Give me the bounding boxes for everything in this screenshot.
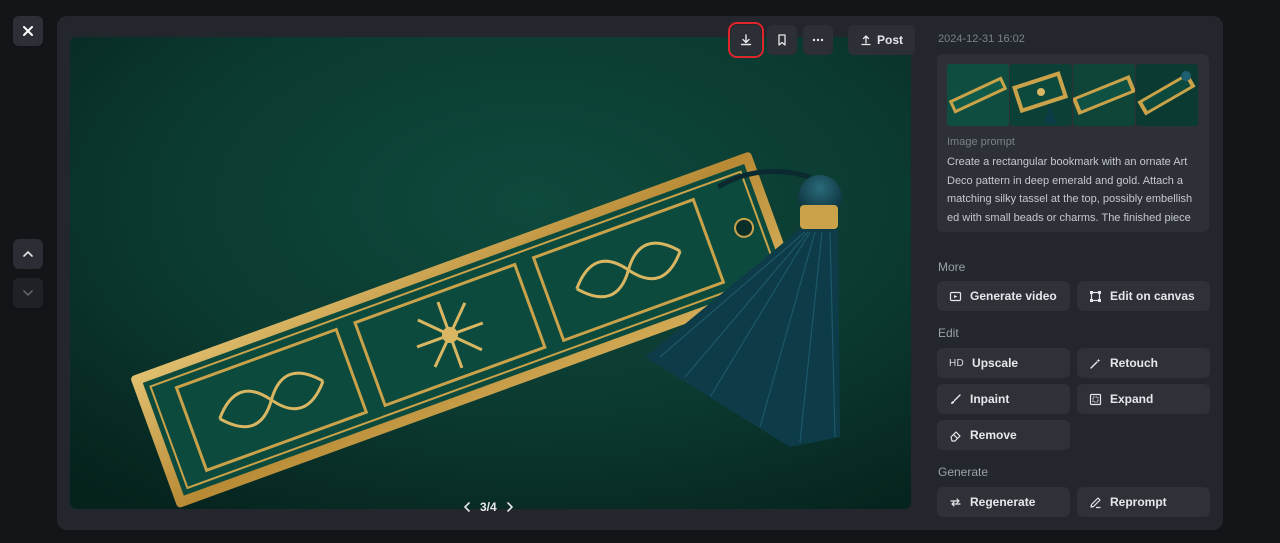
thumbnail-1[interactable]	[947, 64, 1009, 126]
prompt-card: Image prompt Create a rectangular bookma…	[937, 54, 1209, 232]
remove-label: Remove	[970, 428, 1017, 442]
upscale-label: Upscale	[972, 356, 1019, 370]
details-sidebar: 2024-12-31 16:02 Image prompt Create a r…	[937, 16, 1212, 530]
close-icon	[23, 26, 33, 36]
upscale-button[interactable]: HD Upscale	[937, 348, 1070, 378]
next-image-button[interactable]	[13, 278, 43, 308]
main-image	[70, 37, 911, 509]
inpaint-label: Inpaint	[970, 392, 1010, 406]
close-button[interactable]	[13, 16, 43, 46]
edit-on-canvas-label: Edit on canvas	[1110, 289, 1195, 303]
pager-prev-button[interactable]	[462, 501, 472, 513]
more-icon	[812, 38, 824, 42]
thumbnail-4[interactable]	[1136, 64, 1198, 126]
retouch-button[interactable]: Retouch	[1077, 348, 1210, 378]
regenerate-button[interactable]: Regenerate	[937, 487, 1070, 517]
download-icon	[740, 34, 752, 46]
expand-button[interactable]: Expand	[1077, 384, 1210, 414]
remove-button[interactable]: Remove	[937, 420, 1070, 450]
section-generate-label: Generate	[938, 465, 989, 479]
hd-icon: HD	[949, 357, 965, 369]
previous-image-button[interactable]	[13, 239, 43, 269]
pencil-icon	[1090, 496, 1101, 508]
chevron-down-icon	[23, 290, 33, 297]
section-edit-label: Edit	[938, 326, 959, 340]
timestamp: 2024-12-31 16:02	[938, 33, 1025, 45]
image-detail-panel: Post 3/4 2024-12-31 16:02 Image prompt C…	[57, 16, 1223, 530]
thumbnail-2[interactable]	[1010, 64, 1072, 126]
magic-wand-icon	[1090, 358, 1101, 369]
reprompt-button[interactable]: Reprompt	[1077, 487, 1210, 517]
generate-video-label: Generate video	[970, 289, 1057, 303]
prompt-label: Image prompt	[947, 136, 1015, 148]
expand-icon	[1089, 393, 1102, 405]
thumbnail-strip	[947, 64, 1198, 126]
prompt-text: Create a rectangular bookmark with an or…	[947, 156, 1193, 224]
thumbnail-3[interactable]	[1073, 64, 1135, 126]
video-icon	[949, 291, 962, 301]
chevron-left-icon	[463, 502, 470, 512]
expand-label: Expand	[1110, 392, 1154, 406]
edit-on-canvas-button[interactable]: Edit on canvas	[1077, 281, 1210, 311]
download-button[interactable]	[728, 22, 764, 58]
section-more-label: More	[938, 260, 966, 274]
brush-icon	[951, 393, 961, 404]
generate-video-button[interactable]: Generate video	[937, 281, 1070, 311]
pager-next-button[interactable]	[505, 501, 515, 513]
upload-icon	[861, 35, 871, 46]
pager-count: 3/4	[480, 500, 497, 514]
canvas-icon	[1090, 290, 1101, 302]
post-button[interactable]: Post	[848, 25, 915, 55]
inpaint-button[interactable]: Inpaint	[937, 384, 1070, 414]
regenerate-icon	[950, 497, 961, 507]
chevron-right-icon	[506, 502, 513, 512]
image-pager: 3/4	[462, 499, 515, 515]
post-label: Post	[876, 33, 903, 47]
regenerate-label: Regenerate	[970, 495, 1036, 509]
more-options-button[interactable]	[803, 25, 833, 55]
reprompt-label: Reprompt	[1110, 495, 1167, 509]
retouch-label: Retouch	[1110, 356, 1158, 370]
eraser-icon	[950, 430, 961, 442]
bookmark-button[interactable]	[767, 25, 797, 55]
chevron-up-icon	[23, 250, 33, 257]
bookmark-icon	[778, 34, 786, 46]
